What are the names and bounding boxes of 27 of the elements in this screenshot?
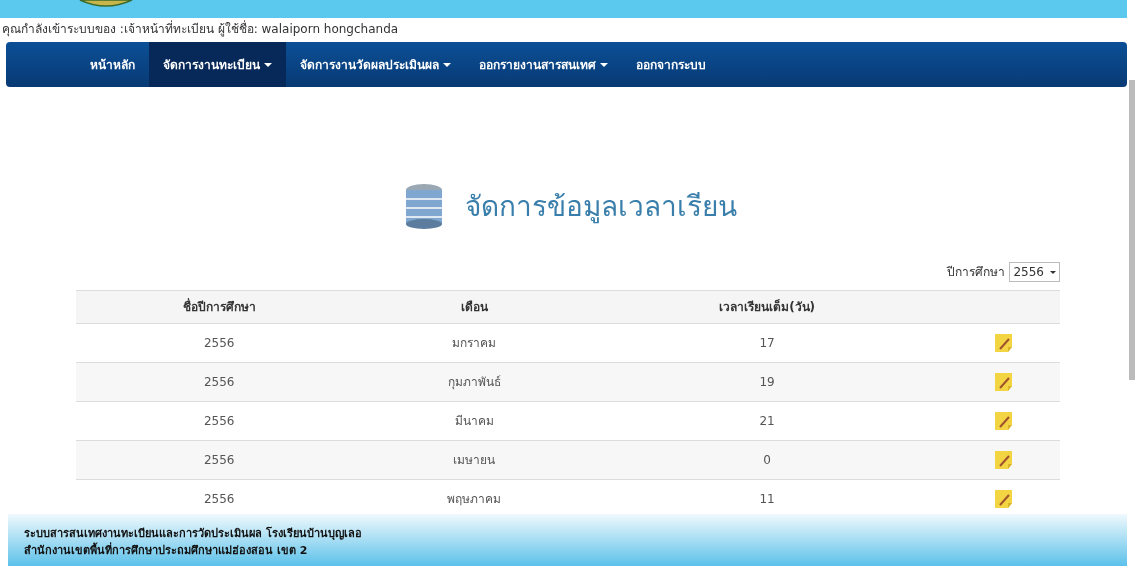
column-header: เดือน	[362, 290, 587, 324]
nav-item[interactable]: จัดการงานวัดผลประเมินผล	[286, 42, 465, 87]
emblem-icon	[78, 0, 134, 7]
footer-text: ระบบสารสนเทศงานทะเบียนและการวัดประเมินผล โรงเรียนบ้านบุญเลอ	[24, 526, 363, 542]
table-cell: เมษายน	[362, 440, 587, 480]
year-label: ปีการศึกษา	[947, 264, 1006, 281]
nav-item[interactable]: ออกรายงานสารสนเทศ	[465, 42, 622, 87]
table-cell: 2556	[76, 362, 363, 402]
table-cell: 19	[586, 362, 949, 402]
table-cell: กุมภาพันธ์	[362, 362, 587, 402]
nav-item[interactable]: หน้าหลัก	[76, 42, 149, 87]
nav-item[interactable]: ออกจากระบบ	[622, 42, 720, 87]
table-cell: 2556	[76, 440, 363, 480]
edit-icon[interactable]	[994, 333, 1015, 353]
footer-text: สำนักงานเขตพื้นที่การศึกษาประถมศึกษาแม่ฮ่องสอน เขต 2	[24, 542, 309, 559]
page-title: จัดการข้อมูลเวลาเรียน	[464, 189, 737, 226]
edit-icon[interactable]	[994, 372, 1015, 392]
year-select[interactable]: 2556	[1009, 262, 1060, 282]
login-info: คุณกำลังเข้าระบบของ :เจ้าหน้าที่ทะเบียน ผู้ใช้ชื่อ: walaiporn hongchanda	[1, 19, 400, 39]
edit-icon[interactable]	[994, 489, 1015, 509]
table-cell: 0	[586, 440, 949, 480]
column-header: เวลาเรียนเต็ม(วัน)	[586, 290, 949, 324]
edit-icon[interactable]	[994, 450, 1015, 470]
nav-item[interactable]: จัดการงานทะเบียน	[149, 42, 286, 87]
scrollbar[interactable]	[1129, 80, 1135, 380]
column-header: ชื่อปีการศึกษา	[76, 290, 363, 324]
edit-icon[interactable]	[994, 411, 1015, 431]
